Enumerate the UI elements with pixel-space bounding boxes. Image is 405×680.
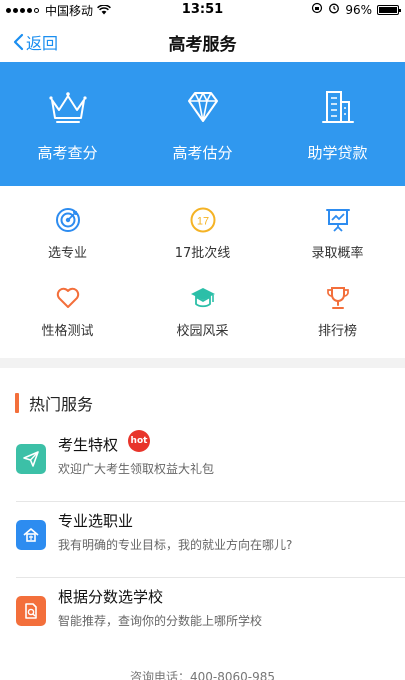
hero-item-label: 助学贷款 [307, 144, 368, 162]
service-name: 根据分数选学校 [58, 588, 164, 606]
grid-item-label: 性格测试 [41, 324, 94, 339]
house-icon [16, 520, 46, 550]
nav-bar: 返回 高考服务 [0, 20, 405, 62]
grid-item-personality-test[interactable]: 性格测试 [0, 270, 135, 350]
document-search-icon [16, 596, 46, 626]
status-bar: 中国移动 13:51 96% [0, 0, 405, 20]
hero-item-score-query[interactable]: 高考查分 [0, 62, 135, 186]
building-icon [321, 91, 354, 123]
paper-plane-icon [16, 444, 46, 474]
section-accent-bar [15, 393, 19, 413]
grid-item-label: 排行榜 [317, 324, 357, 339]
hero-item-label: 高考查分 [37, 144, 98, 162]
hot-badge: hot [128, 430, 150, 452]
service-name: 专业选职业 [58, 512, 134, 530]
service-name: 考生特权 [58, 436, 119, 454]
grid-item-choose-major[interactable]: 选专业 [0, 192, 135, 270]
grid-item-rankings[interactable]: 排行榜 [270, 270, 405, 350]
grid-item-label: 17批次线 [174, 246, 231, 261]
grid-item-label: 选专业 [47, 246, 87, 261]
feature-grid: 选专业 17 17批次线 录取概率 性格测试 校园风采 排行榜 [0, 186, 405, 354]
grid-item-admission-probability[interactable]: 录取概率 [270, 192, 405, 270]
battery-icon [377, 4, 401, 15]
section-title: 热门服务 [29, 395, 94, 414]
grid-item-label: 录取概率 [311, 246, 364, 261]
hero-item-score-estimate[interactable]: 高考估分 [135, 62, 270, 186]
grid-item-batch-line[interactable]: 17 17批次线 [135, 192, 270, 270]
rotation-lock-icon [311, 2, 323, 17]
section-divider [0, 358, 405, 368]
service-item-major-to-career[interactable]: 专业选职业 我有明确的专业目标，我的就业方向在哪儿? [0, 502, 405, 578]
hero-banner: 高考查分 高考估分 助学贷款 [0, 62, 405, 186]
trophy-icon [326, 287, 349, 309]
battery-percent: 96% [345, 2, 372, 17]
heart-icon [56, 287, 79, 308]
service-item-candidate-privileges[interactable]: 考生特权 hot 欢迎广大考生领取权益大礼包 [0, 426, 405, 502]
hero-item-student-loan[interactable]: 助学贷款 [270, 62, 405, 186]
consult-phone: 咨询电话：400-8060-985 [129, 670, 275, 680]
page-title: 高考服务 [168, 35, 237, 55]
grid-item-label: 校园风采 [176, 324, 229, 339]
badge-17-text: 17 [196, 216, 208, 228]
status-right: 96% [311, 2, 401, 17]
badge-17-icon: 17 [190, 207, 215, 233]
service-item-score-to-school[interactable]: 根据分数选学校 智能推荐，查询你的分数能上哪所学校 [0, 578, 405, 654]
hot-services-header: 热门服务 [0, 388, 405, 418]
crown-icon [48, 92, 87, 123]
diamond-icon [187, 92, 218, 122]
alarm-icon [328, 2, 340, 17]
grid-item-campus-style[interactable]: 校园风采 [135, 270, 270, 350]
hero-item-label: 高考估分 [172, 144, 233, 162]
graduation-cap-icon [190, 288, 215, 308]
target-icon [55, 208, 80, 232]
service-desc: 智能推荐，查询你的分数能上哪所学校 [58, 614, 263, 628]
service-desc: 欢迎广大考生领取权益大礼包 [58, 462, 215, 476]
service-desc: 我有明确的专业目标，我的就业方向在哪儿? [58, 538, 293, 552]
presentation-icon [325, 209, 350, 232]
